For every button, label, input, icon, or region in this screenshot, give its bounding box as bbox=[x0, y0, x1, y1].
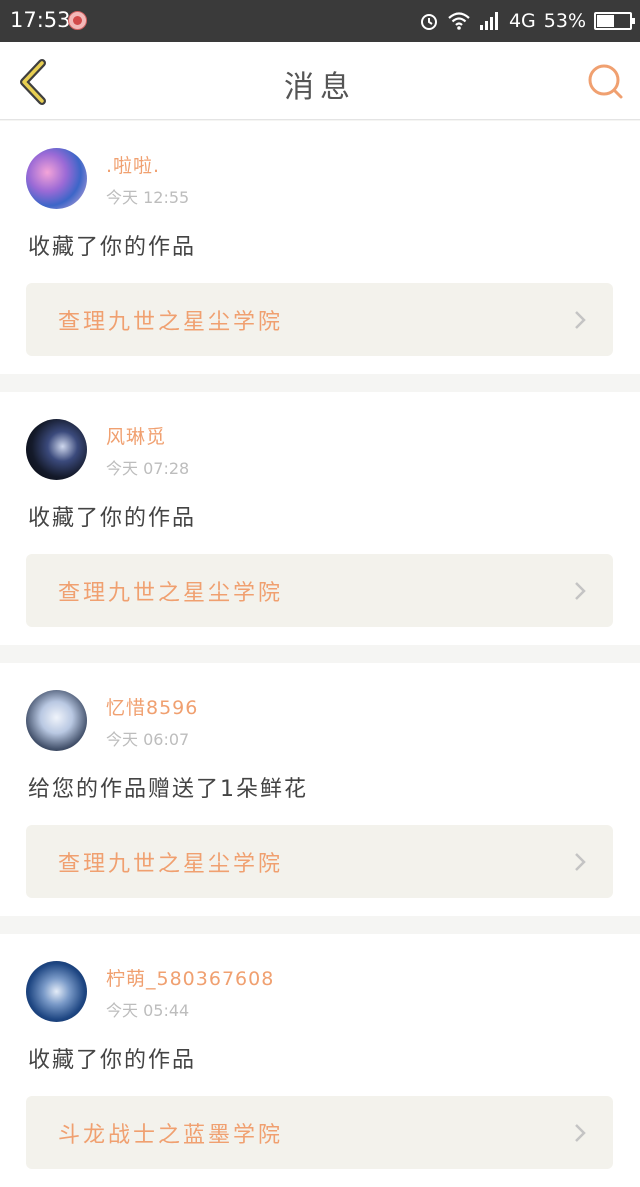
chevron-right-icon bbox=[575, 311, 586, 329]
message-text: 收藏了你的作品 bbox=[28, 235, 197, 260]
chevron-right-icon bbox=[575, 582, 586, 600]
message-card: 忆惜8596 今天 06:07 给您的作品赠送了1朵鲜花 查理九世之星尘学院 bbox=[0, 663, 640, 916]
battery-icon bbox=[594, 12, 635, 30]
search-icon[interactable] bbox=[586, 62, 626, 102]
message-text: 给您的作品赠送了1朵鲜花 bbox=[28, 777, 308, 802]
username[interactable]: 风琳觅 bbox=[106, 422, 166, 449]
avatar[interactable] bbox=[26, 148, 87, 209]
work-link[interactable]: 斗龙战士之蓝墨学院 bbox=[26, 1096, 613, 1169]
avatar[interactable] bbox=[26, 419, 87, 480]
timestamp: 今天 07:28 bbox=[106, 459, 190, 478]
message-card: .啦啦. 今天 12:55 收藏了你的作品 查理九世之星尘学院 bbox=[0, 121, 640, 374]
message-card: 柠萌_580367608 今天 05:44 收藏了你的作品 斗龙战士之蓝墨学院 bbox=[0, 934, 640, 1187]
username[interactable]: 柠萌_580367608 bbox=[106, 964, 274, 991]
avatar[interactable] bbox=[26, 961, 87, 1022]
wifi-icon bbox=[448, 12, 470, 30]
timestamp: 今天 05:44 bbox=[106, 1001, 190, 1020]
message-text: 收藏了你的作品 bbox=[28, 506, 197, 531]
chevron-right-icon bbox=[575, 1124, 586, 1142]
status-time: 17:53 bbox=[10, 8, 71, 32]
work-link[interactable]: 查理九世之星尘学院 bbox=[26, 554, 613, 627]
avatar[interactable] bbox=[26, 690, 87, 751]
work-title: 斗龙战士之蓝墨学院 bbox=[58, 1123, 284, 1148]
status-bar: 17:53 4G 53% bbox=[0, 0, 640, 42]
message-card: 风琳觅 今天 07:28 收藏了你的作品 查理九世之星尘学院 bbox=[0, 392, 640, 645]
status-icons: 4G 53% bbox=[419, 9, 635, 33]
work-title: 查理九世之星尘学院 bbox=[58, 581, 284, 606]
timestamp: 今天 12:55 bbox=[106, 188, 190, 207]
work-title: 查理九世之星尘学院 bbox=[58, 852, 284, 877]
signal-icon bbox=[479, 12, 498, 30]
nav-bar: 消息 bbox=[0, 42, 640, 120]
username[interactable]: .啦啦. bbox=[106, 151, 160, 178]
network-type: 4G bbox=[508, 10, 536, 32]
notification-app-icon bbox=[68, 11, 87, 30]
battery-percent: 53% bbox=[543, 10, 586, 32]
page-title: 消息 bbox=[284, 70, 356, 105]
message-text: 收藏了你的作品 bbox=[28, 1048, 197, 1073]
chevron-right-icon bbox=[575, 853, 586, 871]
alarm-icon bbox=[420, 14, 437, 30]
work-link[interactable]: 查理九世之星尘学院 bbox=[26, 825, 613, 898]
work-title: 查理九世之星尘学院 bbox=[58, 310, 284, 335]
work-link[interactable]: 查理九世之星尘学院 bbox=[26, 283, 613, 356]
timestamp: 今天 06:07 bbox=[106, 730, 190, 749]
username[interactable]: 忆惜8596 bbox=[106, 693, 198, 720]
message-list: .啦啦. 今天 12:55 收藏了你的作品 查理九世之星尘学院 风琳觅 今天 0… bbox=[0, 121, 640, 1187]
